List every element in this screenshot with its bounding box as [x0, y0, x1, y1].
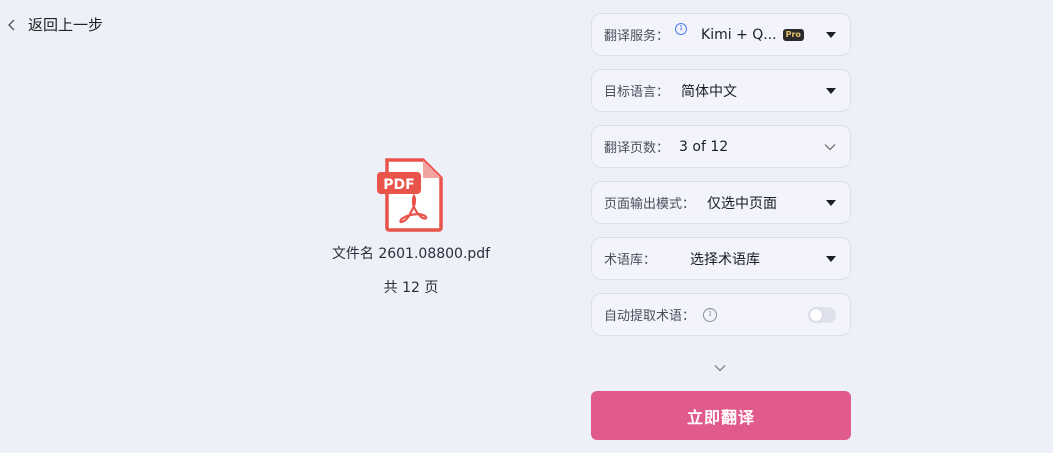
info-icon[interactable]: i [675, 22, 688, 35]
service-value: Kimi + Q... [701, 26, 777, 43]
page-range-value: 3 of 12 [679, 138, 729, 155]
caret-down-icon [826, 31, 836, 38]
file-name: 文件名 2601.08800.pdf [331, 246, 491, 262]
glossary-select[interactable]: 术语库： 选择术语库 [591, 237, 851, 280]
caret-down-icon [826, 199, 836, 206]
auto-extract-row: 自动提取术语： i [591, 293, 851, 336]
translate-settings-page: 返回上一步 PDF 文件名 2601.08800.pdf 共 12 页 翻译服务… [0, 0, 1053, 453]
target-language-label: 目标语言： [604, 85, 670, 100]
chevron-down-icon [824, 143, 836, 150]
chevron-left-icon [8, 19, 15, 30]
page-count: 共 12 页 [383, 280, 439, 296]
caret-down-icon [826, 87, 836, 94]
page-range-select[interactable]: 翻译页数： 3 of 12 [591, 125, 851, 168]
page-range-label: 翻译页数： [604, 141, 670, 156]
service-label: 翻译服务： [604, 29, 670, 44]
toggle-knob [810, 308, 822, 321]
caret-down-icon [826, 255, 836, 262]
translate-now-button[interactable]: 立即翻译 [591, 391, 851, 440]
info-icon[interactable]: i [703, 307, 718, 322]
pdf-icon-text: PDF [383, 177, 414, 193]
back-button[interactable]: 返回上一步 [6, 14, 103, 35]
auto-extract-toggle[interactable] [808, 306, 836, 323]
file-preview: PDF 文件名 2601.08800.pdf 共 12 页 [320, 158, 502, 297]
pro-badge: Pro [782, 28, 804, 41]
service-select[interactable]: 翻译服务： i Kimi + Q... Pro [591, 13, 851, 56]
target-language-value: 简体中文 [681, 83, 738, 100]
back-label: 返回上一步 [28, 16, 104, 34]
output-mode-label: 页面输出模式： [604, 197, 696, 212]
output-mode-value: 仅选中页面 [707, 195, 778, 212]
expand-more-icon[interactable] [714, 364, 726, 372]
glossary-value: 选择术语库 [690, 251, 761, 268]
target-language-select[interactable]: 目标语言： 简体中文 [591, 69, 851, 112]
auto-extract-label: 自动提取术语： [604, 309, 696, 324]
output-mode-select[interactable]: 页面输出模式： 仅选中页面 [591, 181, 851, 224]
pdf-file-icon: PDF [377, 158, 443, 232]
glossary-label: 术语库： [604, 253, 657, 268]
